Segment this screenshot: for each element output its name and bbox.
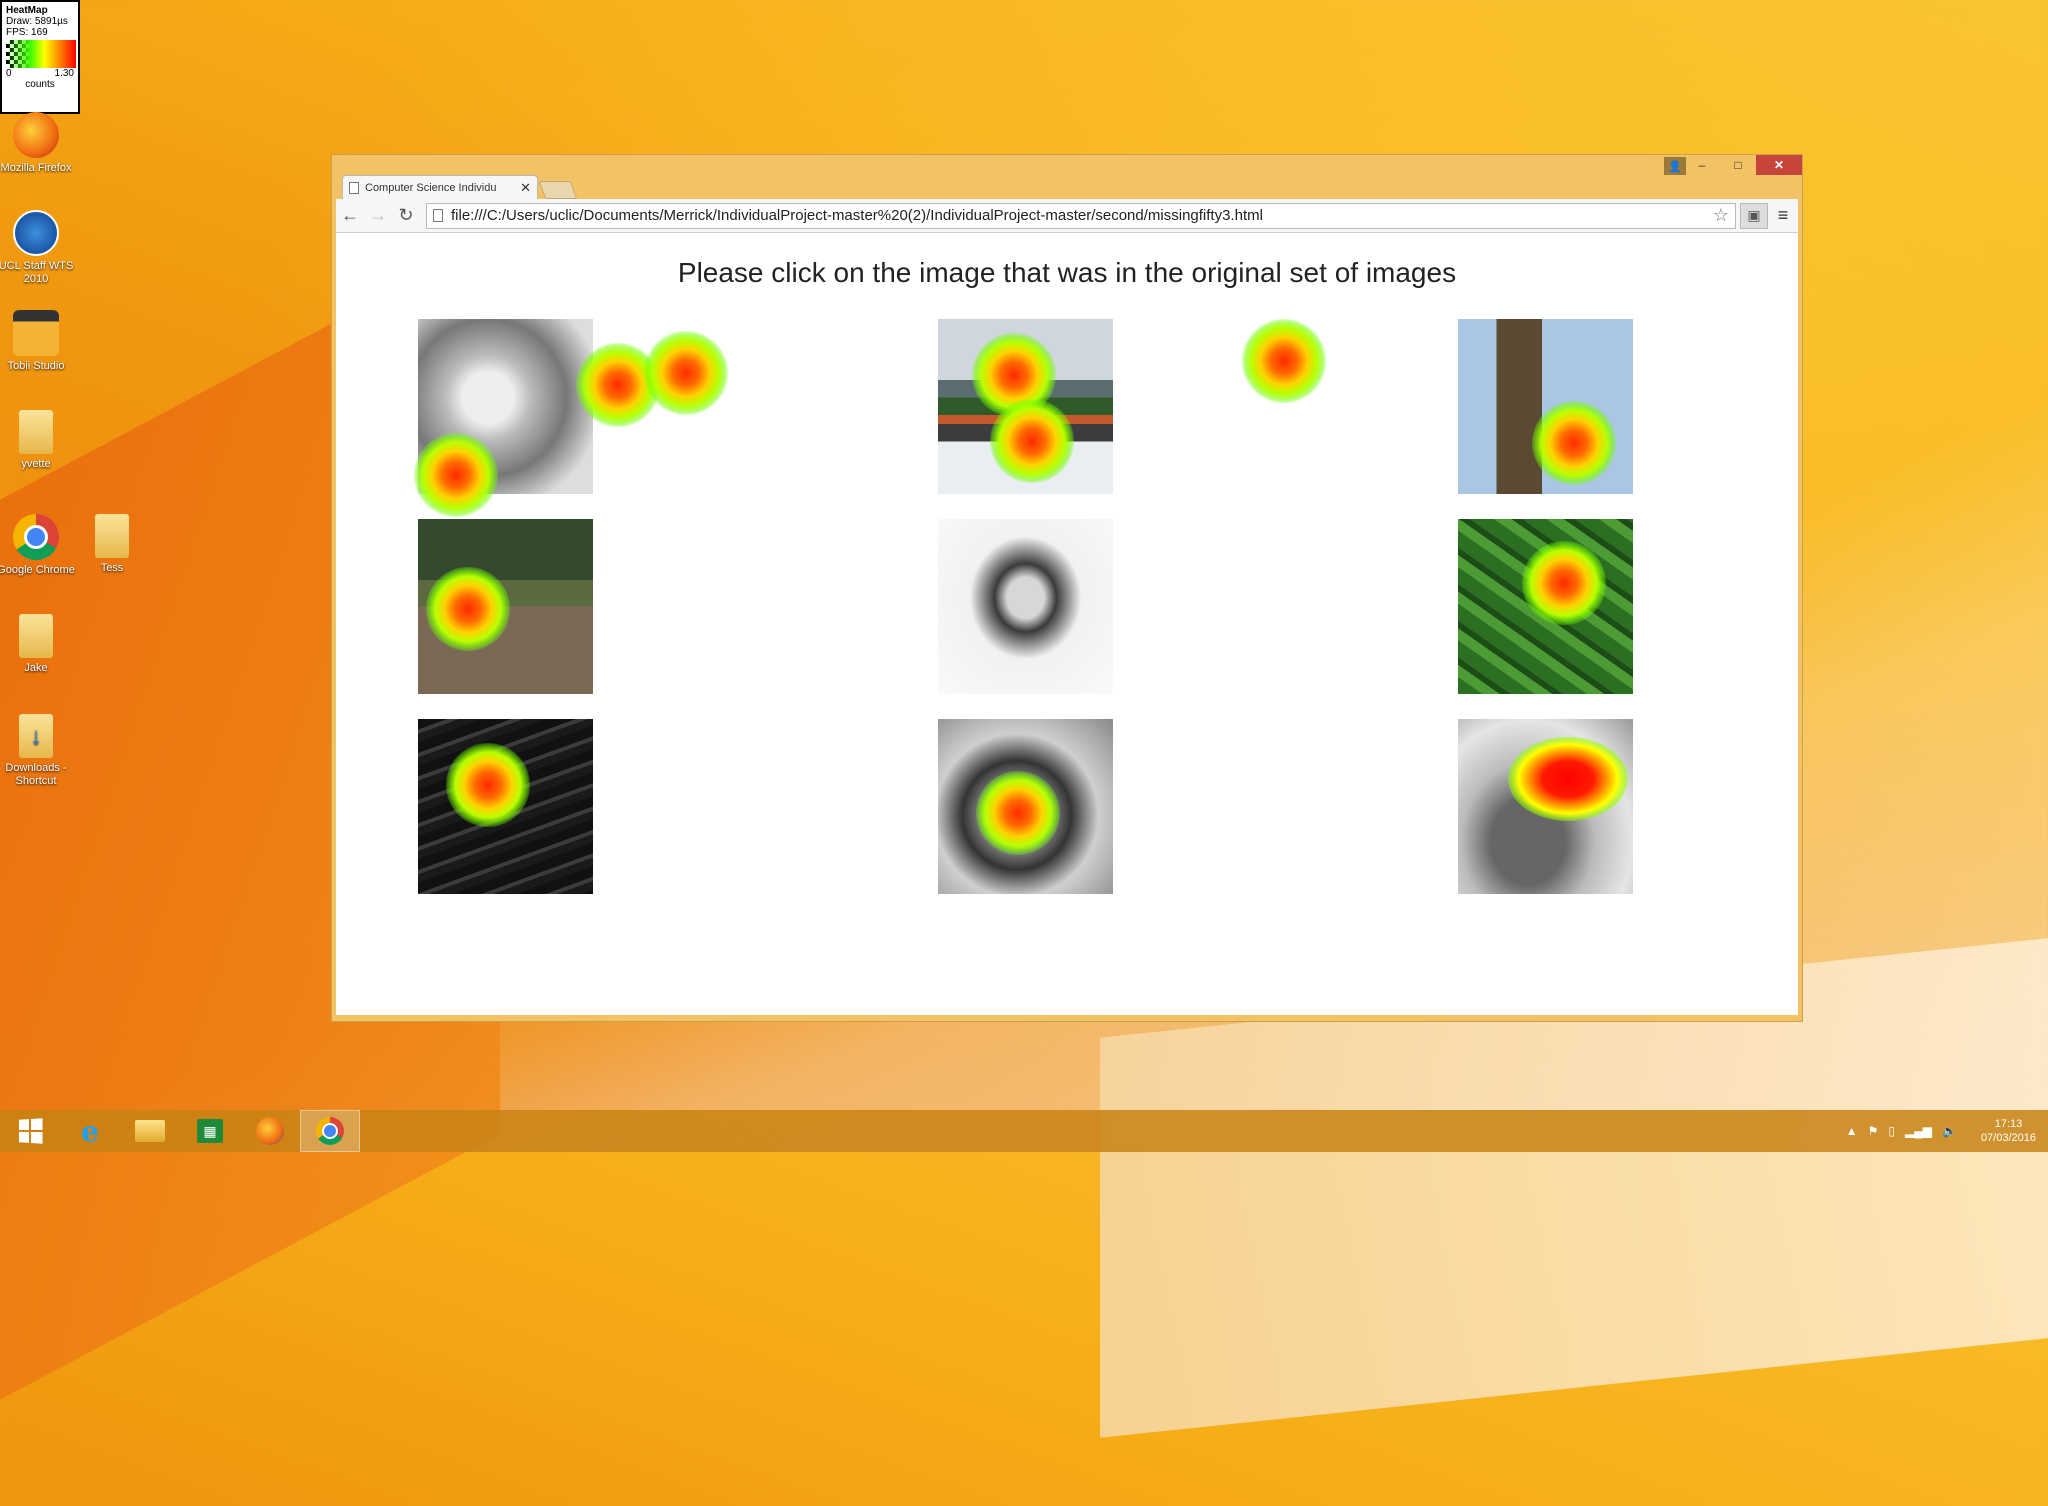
heatmap-scale-labels: 0 1.30 [6,68,74,79]
desktop-icon-label: Google Chrome [0,564,75,576]
page-content: Please click on the image that was in th… [336,233,1798,1015]
heatmap-title: HeatMap [6,5,48,16]
heatmap-color-scale [6,40,76,68]
folder-icon [95,514,129,558]
volume-icon[interactable]: 🔈 [1942,1124,1957,1138]
clock-time: 17:13 [1994,1118,2023,1130]
page-icon [349,181,359,194]
back-button[interactable]: ← [336,202,364,230]
start-button[interactable] [0,1110,60,1152]
close-button[interactable]: ✕ [1756,155,1802,175]
system-tray: ▲ ⚑ ▯ ▂▄▆ 🔈 17:13 07/03/2016 [1846,1110,2036,1152]
firefox-icon [13,112,59,158]
internet-explorer-icon: e [81,1114,99,1148]
chrome-icon [316,1117,344,1145]
windows-logo-icon [18,1118,43,1144]
tray-chevron-icon[interactable]: ▲ [1846,1124,1858,1138]
browser-toolbar: ← → ↻ file:///C:/Users/uclic/Documents/M… [336,199,1798,233]
tab-title: Computer Science Individu [365,181,497,194]
heatmap-hotspot [1522,541,1606,625]
bookmark-star-icon[interactable]: ☆ [1713,205,1729,226]
url-text[interactable]: file:///C:/Users/uclic/Documents/Merrick… [451,207,1713,224]
heatmap-hotspot [1508,737,1628,821]
window-controls: – □ ✕ [1684,155,1802,175]
page-icon [433,209,443,222]
heatmap-hotspot [990,399,1074,483]
remote-desktop-icon [13,210,59,256]
desktop-icon-label: Tobii Studio [7,360,65,372]
desktop-icon-label: Jake [24,662,48,674]
flag-icon[interactable]: ⚑ [1868,1124,1879,1138]
heatmap-scale-max: 1.30 [54,68,74,79]
desktop-icon-firefox[interactable]: Mozilla Firefox [0,112,76,175]
desktop-icon-label: UCL Staff WTS 2010 [0,260,74,285]
heatmap-hotspot [1532,401,1616,485]
taskbar-chrome[interactable] [300,1110,360,1152]
firefox-icon [256,1117,284,1145]
desktop-icon-google-chrome[interactable]: Google Chrome [0,514,76,577]
taskbar-firefox[interactable] [240,1110,300,1152]
heatmap-draw-time: Draw: 5891µs [6,16,68,27]
folder-icon [19,410,53,454]
desktop-icon-yvette[interactable]: yvette [0,410,76,471]
heatmap-hotspot [1242,319,1326,403]
clock-date: 07/03/2016 [1980,1132,2036,1144]
taskbar-store[interactable]: ▦ [180,1110,240,1152]
taskbar-file-explorer[interactable] [120,1110,180,1152]
browser-window: 👤 – □ ✕ Computer Science Individu ✕ ← → … [331,154,1803,1022]
desktop-icon-label: Mozilla Firefox [0,162,72,174]
clock[interactable]: 17:13 07/03/2016 [1981,1117,2036,1145]
folder-icon [19,614,53,658]
extension-icon[interactable]: ▣ [1740,202,1768,229]
heatmap-hotspot [426,567,510,651]
chrome-icon [13,514,59,560]
battery-icon[interactable]: ▯ [1888,1124,1895,1138]
file-explorer-icon [135,1120,165,1142]
desktop-icon-label: yvette [21,458,51,470]
tobii-icon [13,310,59,356]
maximize-button[interactable]: □ [1720,155,1756,175]
desktop-icon-jake[interactable]: Jake [0,614,76,675]
page-heading: Please click on the image that was in th… [677,257,1457,288]
heatmap-hotspot [976,771,1060,855]
menu-button[interactable]: ≡ [1768,203,1798,229]
close-tab-icon[interactable]: ✕ [520,180,531,196]
desktop-icon-label: Downloads - Shortcut [5,762,67,787]
heatmap-units: counts [25,79,55,90]
desktop-icon-tobii-studio[interactable]: Tobii Studio [0,310,76,373]
taskbar-internet-explorer[interactable]: e [60,1110,120,1152]
new-tab-button[interactable] [538,181,578,199]
address-bar[interactable]: file:///C:/Users/uclic/Documents/Merrick… [426,202,1736,229]
heatmap-hotspot [644,331,728,415]
user-icon[interactable]: 👤 [1664,157,1686,175]
heatmap-hotspot [446,743,530,827]
taskbar: e ▦ ▲ ⚑ ▯ ▂▄▆ 🔈 17:13 07/03/2016 [0,1110,2048,1152]
minimize-button[interactable]: – [1684,155,1720,175]
forward-button[interactable]: → [364,202,392,230]
folder-icon: ↓ [19,714,53,758]
browser-tab[interactable]: Computer Science Individu ✕ [342,175,538,199]
heatmap-hotspot [414,433,498,517]
desktop-icon-ucl-staff[interactable]: UCL Staff WTS 2010 [0,210,76,286]
desktop-icon-downloads[interactable]: ↓ Downloads - Shortcut [0,714,76,788]
heatmap-legend: HeatMap Draw: 5891µs FPS: 169 0 1.30 cou… [0,0,80,114]
image-woman-in-fur-hood[interactable] [938,519,1113,694]
reload-button[interactable]: ↻ [392,202,420,230]
heatmap-scale-min: 0 [6,68,12,79]
store-icon: ▦ [197,1119,223,1143]
desktop-icon-label: Tess [100,562,124,574]
desktop-icon-tess[interactable]: Tess [72,514,152,575]
network-icon[interactable]: ▂▄▆ [1905,1124,1932,1138]
heatmap-fps: FPS: 169 [6,27,48,38]
